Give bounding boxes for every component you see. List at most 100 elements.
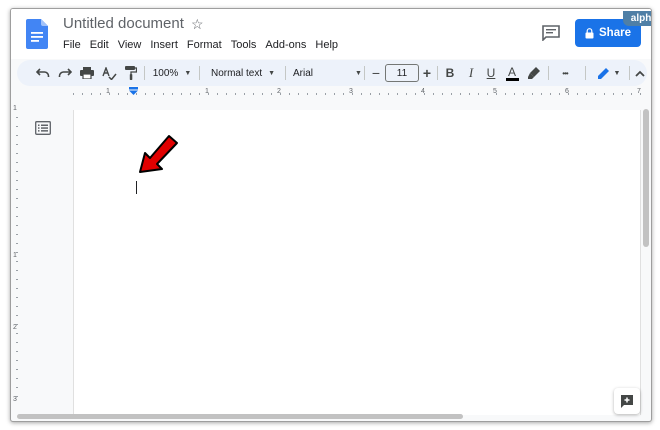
lock-icon — [585, 27, 594, 38]
ruler-tick — [478, 93, 479, 95]
ruler-tick — [16, 387, 18, 388]
ruler-tick — [145, 93, 146, 95]
font-select[interactable]: Arial ▼ — [293, 60, 365, 86]
ruler-tick — [244, 93, 245, 95]
ruler-tick — [16, 243, 18, 244]
ruler-label: 3 — [349, 88, 353, 95]
italic-icon[interactable]: I — [463, 60, 479, 86]
ruler-tick — [16, 306, 18, 307]
menu-edit[interactable]: Edit — [90, 39, 113, 51]
ruler-tick — [16, 234, 18, 235]
style-select[interactable]: Normal text ▼ — [207, 60, 279, 86]
ruler-tick — [217, 93, 218, 95]
indent-marker-icon[interactable] — [129, 87, 138, 95]
toolbar-separator — [629, 66, 630, 80]
ruler-tick — [16, 351, 18, 352]
document-outline-icon[interactable] — [35, 121, 51, 135]
ruler-tick — [199, 93, 200, 95]
ruler-label: 1 — [13, 252, 17, 259]
ruler-tick — [16, 135, 18, 136]
menu-addons[interactable]: Add-ons — [265, 39, 310, 51]
collapse-menus-icon[interactable] — [633, 60, 647, 86]
ruler-tick — [505, 93, 506, 95]
ruler-tick — [16, 342, 18, 343]
ruler-label: 1 — [13, 105, 17, 112]
menu-file[interactable]: File — [63, 39, 85, 51]
ruler-label: 7 — [637, 88, 641, 95]
ruler-tick — [16, 171, 18, 172]
ruler-tick — [16, 207, 18, 208]
horizontal-ruler[interactable]: 1 1 2 3 4 5 6 7 — [11, 87, 651, 99]
ruler-tick — [289, 93, 290, 95]
ruler-tick — [16, 153, 18, 154]
ruler-tick — [595, 93, 596, 95]
spellcheck-icon[interactable] — [99, 60, 119, 86]
ruler-tick — [613, 93, 614, 95]
underline-icon[interactable]: U — [483, 60, 499, 86]
ruler-tick — [154, 93, 155, 95]
ruler-tick — [16, 189, 18, 190]
ruler-label: 3 — [13, 396, 17, 403]
ruler-tick — [16, 144, 18, 145]
ruler-tick — [631, 93, 632, 95]
zoom-select[interactable]: 100% ▼ — [151, 60, 193, 86]
toolbar-separator — [364, 66, 365, 80]
comment-history-icon[interactable] — [542, 25, 560, 41]
toolbar-separator — [144, 66, 145, 80]
editing-mode-icon[interactable]: ▼ — [593, 60, 625, 86]
toolbar-separator — [548, 66, 549, 80]
explore-button[interactable] — [614, 388, 640, 414]
toolbar-separator — [585, 66, 586, 80]
menu-tools[interactable]: Tools — [231, 39, 261, 51]
ruler-tick — [604, 93, 605, 95]
ruler-tick — [271, 93, 272, 95]
ruler-tick — [379, 93, 380, 95]
font-size-input[interactable]: 11 — [385, 64, 419, 82]
ruler-tick — [460, 93, 461, 95]
text-color-icon[interactable]: A — [503, 60, 521, 86]
decrease-font-size-button[interactable]: − — [369, 60, 383, 86]
print-icon[interactable] — [77, 60, 97, 86]
ruler-tick — [298, 93, 299, 95]
menu-help[interactable]: Help — [315, 39, 342, 51]
more-options-icon[interactable]: ••• — [553, 60, 577, 86]
star-icon[interactable]: ☆ — [191, 16, 204, 33]
ruler-tick — [514, 93, 515, 95]
ruler-tick — [181, 93, 182, 95]
toolbar-separator — [285, 66, 286, 80]
ruler-tick — [316, 93, 317, 95]
ruler-tick — [586, 93, 587, 95]
ruler-tick — [16, 225, 18, 226]
ruler-tick — [388, 93, 389, 95]
ruler-tick — [325, 93, 326, 95]
undo-icon[interactable] — [33, 60, 53, 86]
alphr-watermark: alphr — [623, 11, 651, 26]
ruler-tick — [91, 93, 92, 95]
ruler-tick — [541, 93, 542, 95]
ruler-tick — [16, 324, 18, 325]
menu-insert[interactable]: Insert — [150, 39, 182, 51]
ruler-tick — [415, 93, 416, 95]
highlight-icon[interactable] — [525, 60, 543, 86]
bold-icon[interactable]: B — [442, 60, 458, 86]
redo-icon[interactable] — [55, 60, 75, 86]
toolbar: 100% ▼ Normal text ▼ Arial ▼ − 11 + B I U A… — [17, 60, 647, 86]
vertical-scrollbar[interactable] — [643, 109, 649, 247]
toolbar-separator — [437, 66, 438, 80]
paint-format-icon[interactable] — [121, 60, 141, 86]
document-title[interactable]: Untitled document — [63, 15, 184, 32]
ruler-tick — [16, 279, 18, 280]
docs-logo-icon[interactable] — [26, 19, 48, 49]
ruler-tick — [16, 270, 18, 271]
style-value: Normal text — [210, 67, 263, 79]
ruler-tick — [550, 93, 551, 95]
vertical-ruler[interactable]: 1 1 2 3 — [11, 101, 22, 411]
caret-down-icon: ▼ — [355, 69, 362, 77]
menu-format[interactable]: Format — [187, 39, 226, 51]
caret-down-icon: ▼ — [184, 69, 192, 77]
menu-view[interactable]: View — [118, 39, 146, 51]
ruler-tick — [16, 117, 18, 118]
increase-font-size-button[interactable]: + — [420, 60, 434, 86]
ruler-tick — [262, 93, 263, 95]
horizontal-scrollbar[interactable] — [17, 414, 463, 419]
